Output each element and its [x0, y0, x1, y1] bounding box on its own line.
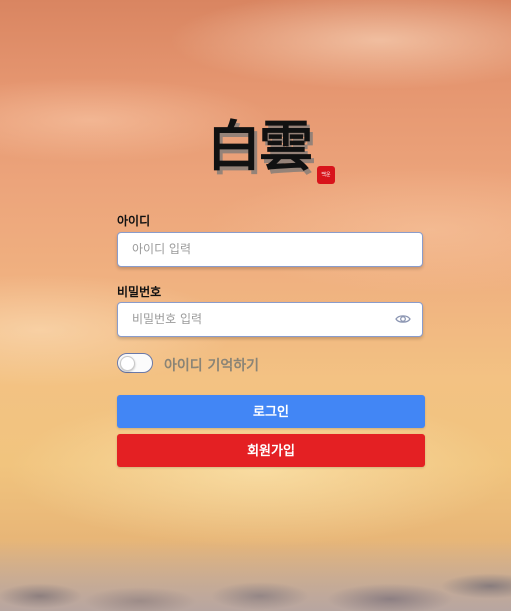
id-input[interactable] — [118, 233, 392, 265]
remember-id-label: 아이디 기억하기 — [164, 358, 260, 374]
logo-seal: 백운 — [317, 166, 335, 184]
id-field-box[interactable] — [117, 232, 423, 267]
eye-icon[interactable] — [395, 311, 411, 327]
background-clouds — [0, 541, 511, 611]
password-input[interactable] — [118, 303, 392, 335]
signup-button[interactable]: 회원가입 — [117, 434, 425, 467]
remember-id-toggle[interactable] — [117, 353, 153, 373]
id-label: 아이디 — [117, 214, 151, 228]
password-field-box[interactable] — [117, 302, 423, 337]
logo-title: 白雲 — [207, 114, 313, 178]
login-button[interactable]: 로그인 — [117, 395, 425, 428]
password-label: 비밀번호 — [117, 285, 162, 299]
app-logo: 白雲 백운 — [207, 110, 337, 190]
toggle-knob — [120, 356, 135, 371]
